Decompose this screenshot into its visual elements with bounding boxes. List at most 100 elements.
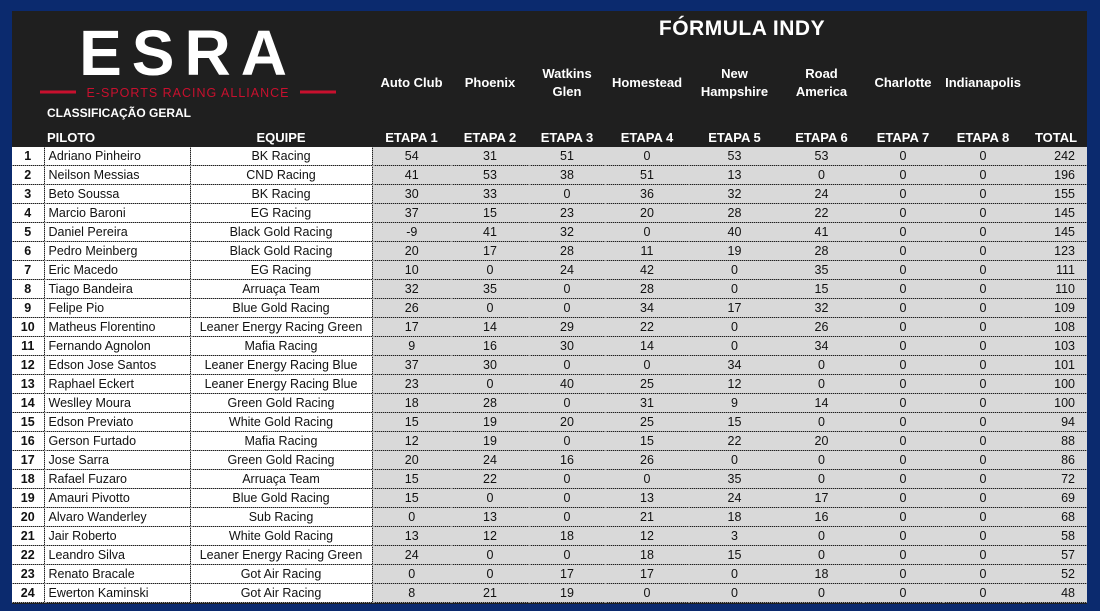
table-row: 18 Rafael Fuzaro Arruaça Team 15 22 0 0 35 0 0 0 72 — [12, 469, 1087, 489]
total-cell: 109 — [1023, 298, 1087, 318]
points-cell: 0 — [529, 298, 605, 318]
points-cell: 0 — [943, 222, 1023, 242]
points-cell: 22 — [605, 317, 689, 337]
points-cell: 0 — [863, 507, 943, 527]
table-row: 17 Jose Sarra Green Gold Racing 20 24 16 26 0 0 0… — [12, 450, 1087, 470]
points-cell: 0 — [605, 147, 689, 166]
points-cell: 0 — [863, 279, 943, 299]
standings-table: 1 Adriano Pinheiro BK Racing 54 31 51 0 53 53 0 0 2… — [12, 147, 1087, 603]
table-row: 19 Amauri Pivotto Blue Gold Racing 15 0 0 13 24… — [12, 488, 1087, 508]
points-cell: 0 — [529, 355, 605, 375]
total-cell: 69 — [1023, 488, 1087, 508]
points-cell: 0 — [863, 298, 943, 318]
points-cell: 0 — [943, 317, 1023, 337]
page-title: FÓRMULA INDY — [658, 17, 826, 40]
points-cell: 0 — [943, 355, 1023, 375]
points-cell: 33 — [451, 184, 529, 204]
points-cell: 0 — [451, 564, 529, 584]
table-row: 13 Raphael Eckert Leaner Energy Racing Blu… — [12, 374, 1087, 394]
points-cell: 0 — [780, 526, 863, 546]
points-cell: 0 — [943, 165, 1023, 185]
points-cell: 28 — [605, 279, 689, 299]
points-cell: 0 — [689, 564, 780, 584]
pilot-cell: Tiago Bandeira — [44, 279, 191, 299]
points-cell: 0 — [863, 317, 943, 337]
table-row: 24 Ewerton Kaminski Got Air Racing 8 21 19 0 0 0… — [12, 583, 1087, 603]
total-cell: 94 — [1023, 412, 1087, 432]
pilot-cell: Adriano Pinheiro — [44, 147, 191, 166]
table-row: 20 Alvaro Wanderley Sub Racing 0 13 0 21 18 16 0 0… — [12, 507, 1087, 527]
team-cell: Green Gold Racing — [190, 450, 373, 470]
track-name: Homestead — [611, 75, 683, 90]
points-cell: 0 — [780, 545, 863, 565]
position-cell: 1 — [12, 147, 45, 166]
points-cell: 41 — [780, 222, 863, 242]
points-cell: 18 — [605, 545, 689, 565]
points-cell: 0 — [943, 526, 1023, 546]
position-cell: 9 — [12, 298, 45, 318]
standings-panel: ESRA E-SPORTS RACING ALLIANCE FÓRMULA IN… — [12, 11, 1087, 604]
total-cell: 52 — [1023, 564, 1087, 584]
pilot-cell: Eric Macedo — [44, 260, 191, 280]
esra-logo: ESRA E-SPORTS RACING ALLIANCE — [40, 21, 336, 100]
total-cell: 100 — [1023, 393, 1087, 413]
table-row: 11 Fernando Agnolon Mafia Racing 9 16 30 14 0 34… — [12, 336, 1087, 356]
points-cell: 37 — [372, 203, 451, 223]
points-cell: 0 — [943, 260, 1023, 280]
points-cell: 0 — [780, 583, 863, 603]
points-cell: 19 — [451, 412, 529, 432]
table-row: 10 Matheus Florentino Leaner Energy Racing… — [12, 317, 1087, 337]
points-cell: 0 — [605, 583, 689, 603]
stage-header: ETAPA 7 — [876, 130, 930, 145]
points-cell: 0 — [863, 526, 943, 546]
points-cell: 23 — [372, 374, 451, 394]
position-cell: 7 — [12, 260, 45, 280]
points-cell: 0 — [943, 393, 1023, 413]
total-cell: 48 — [1023, 583, 1087, 603]
points-cell: 42 — [605, 260, 689, 280]
points-cell: 0 — [451, 374, 529, 394]
points-cell: 0 — [863, 412, 943, 432]
total-cell: 110 — [1023, 279, 1087, 299]
points-cell: 28 — [689, 203, 780, 223]
table-row: 16 Gerson Furtado Mafia Racing 12 19 0 15 22 20 0… — [12, 431, 1087, 451]
points-cell: 17 — [780, 488, 863, 508]
points-cell: 0 — [863, 336, 943, 356]
total-cell: 86 — [1023, 450, 1087, 470]
points-cell: 15 — [689, 545, 780, 565]
points-cell: 13 — [372, 526, 451, 546]
points-cell: 0 — [451, 260, 529, 280]
team-cell: BK Racing — [190, 147, 373, 166]
points-cell: 0 — [943, 469, 1023, 489]
points-cell: 51 — [529, 147, 605, 166]
total-column-header: TOTAL — [1034, 130, 1078, 145]
points-cell: 35 — [451, 279, 529, 299]
total-cell: 88 — [1023, 431, 1087, 451]
points-cell: 0 — [451, 298, 529, 318]
stage-header: ETAPA 6 — [795, 130, 848, 145]
svg-text:E-SPORTS RACING ALLIANCE: E-SPORTS RACING ALLIANCE — [87, 86, 290, 100]
classification-label: CLASSIFICAÇÃO GERAL — [47, 106, 191, 120]
points-cell: 11 — [605, 241, 689, 261]
total-cell: 100 — [1023, 374, 1087, 394]
points-cell: 0 — [605, 222, 689, 242]
pilot-cell: Neilson Messias — [44, 165, 191, 185]
points-cell: 0 — [863, 545, 943, 565]
points-cell: 0 — [689, 450, 780, 470]
points-cell: 34 — [689, 355, 780, 375]
team-cell: Leaner Energy Racing Blue — [190, 374, 373, 394]
pilot-cell: Gerson Furtado — [44, 431, 191, 451]
points-cell: 0 — [943, 583, 1023, 603]
points-cell: 20 — [780, 431, 863, 451]
points-cell: 0 — [529, 545, 605, 565]
points-cell: 21 — [451, 583, 529, 603]
position-cell: 8 — [12, 279, 45, 299]
points-cell: 26 — [780, 317, 863, 337]
team-cell: Green Gold Racing — [190, 393, 373, 413]
points-cell: 0 — [529, 431, 605, 451]
points-cell: 0 — [943, 279, 1023, 299]
team-cell: Black Gold Racing — [190, 241, 373, 261]
points-cell: 22 — [689, 431, 780, 451]
points-cell: 0 — [780, 469, 863, 489]
position-cell: 16 — [12, 431, 45, 451]
